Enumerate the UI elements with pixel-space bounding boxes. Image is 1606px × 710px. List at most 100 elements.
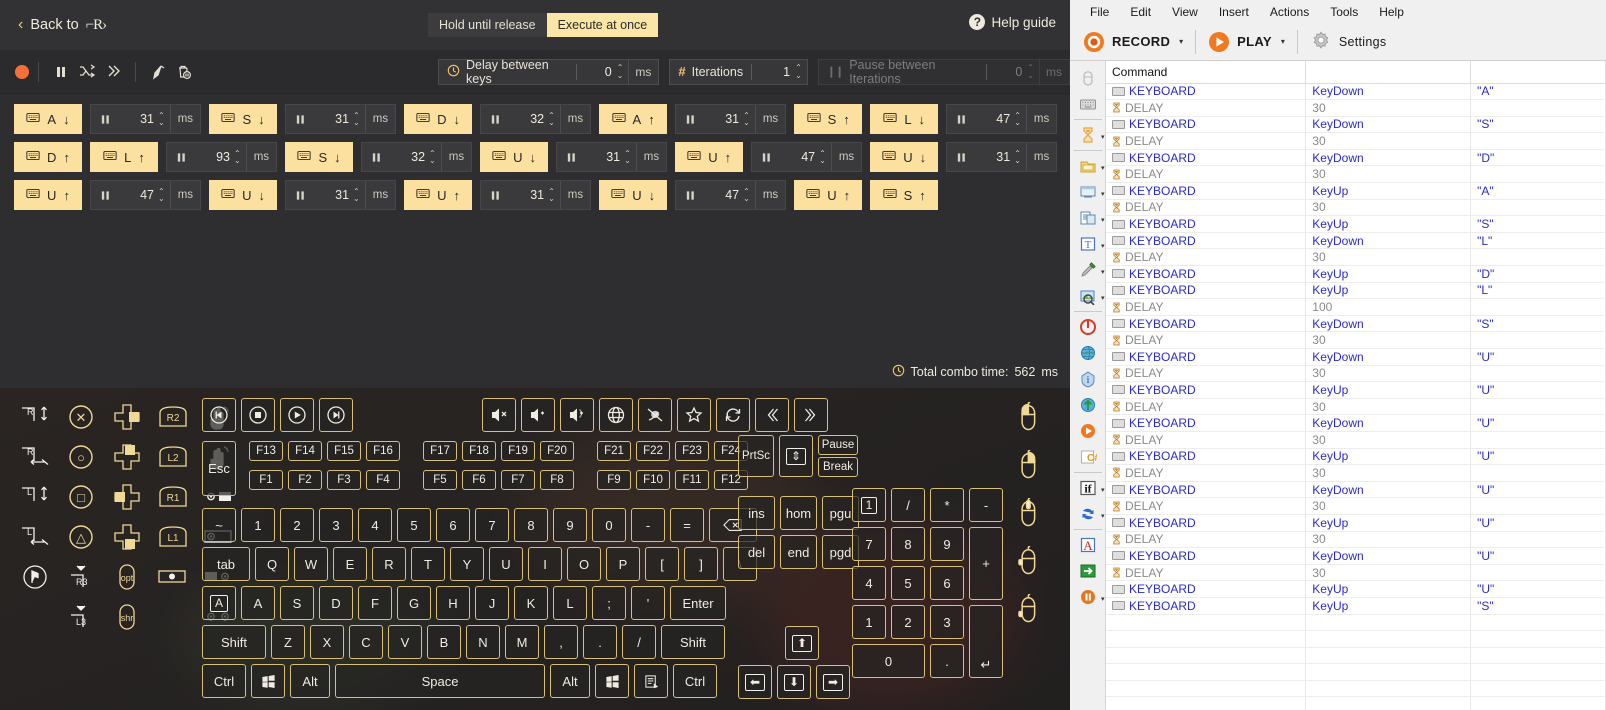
combo-key-chip[interactable]: S ↓ — [209, 104, 278, 134]
combo-delay-value[interactable]: 31 — [582, 143, 620, 171]
key-M[interactable]: M — [505, 625, 539, 659]
combo-key-chip[interactable]: D ↑ — [14, 142, 82, 172]
spinner-up-icon[interactable]: ⌃ — [617, 64, 624, 72]
key-I[interactable]: I — [528, 547, 562, 581]
media-key[interactable] — [280, 398, 314, 432]
table-row[interactable]: DELAY 30 — [1106, 398, 1606, 416]
goto-icon[interactable] — [1071, 558, 1105, 584]
spinner-down-icon[interactable]: ⌄ — [158, 119, 165, 127]
delay-spinner[interactable]: ⌃ ⌄ — [616, 64, 629, 80]
shuffle-icon[interactable] — [74, 60, 100, 84]
combo-delay-value[interactable]: 31 — [701, 105, 739, 133]
spinner-down-icon[interactable]: ⌄ — [819, 157, 826, 165]
table-row[interactable]: KEYBOARD KeyDown "U" — [1106, 547, 1606, 565]
key-S[interactable]: S — [280, 586, 314, 620]
key-pause[interactable]: Pause — [818, 435, 858, 455]
numpad-key-3[interactable]: 3 — [930, 605, 964, 639]
chevron-down-icon[interactable]: ▾ — [1101, 133, 1105, 141]
menu-tools[interactable]: Tools — [1320, 2, 1368, 22]
spinner-down-icon[interactable]: ⌄ — [353, 119, 360, 127]
key-f13[interactable]: F13 — [249, 441, 283, 461]
fast-forward-icon[interactable] — [100, 60, 126, 84]
combo-delay-value[interactable]: 47 — [972, 105, 1010, 133]
combo-key-chip[interactable]: U ↓ — [599, 180, 668, 210]
key-capslock[interactable]: A — [202, 586, 236, 620]
mouse-side-back[interactable] — [1016, 545, 1042, 576]
gamepad-dpad-icon[interactable] — [110, 480, 144, 514]
key-J[interactable]: J — [475, 586, 509, 620]
table-row[interactable]: DELAY 30 — [1106, 331, 1606, 349]
key-f6[interactable]: F6 — [462, 470, 496, 490]
key-1[interactable]: 1 — [241, 508, 275, 542]
table-row[interactable]: DELAY 100 — [1106, 298, 1606, 316]
gamepad-circ-icon[interactable]: △ — [64, 520, 98, 554]
key-f5[interactable]: F5 — [423, 470, 457, 490]
media-key[interactable] — [755, 398, 789, 432]
mode-hold-until-release[interactable]: Hold until release — [428, 13, 547, 37]
combo-key-chip[interactable]: U ↓ — [480, 142, 549, 172]
key-sym[interactable]: . — [583, 625, 617, 659]
key-f9[interactable]: F9 — [597, 470, 631, 490]
gamepad-opt-icon[interactable]: shr — [110, 600, 144, 634]
key-hom[interactable]: hom — [780, 496, 817, 530]
table-row[interactable]: KEYBOARD KeyUp "S" — [1106, 215, 1606, 233]
key-f10[interactable]: F10 — [636, 470, 670, 490]
numpad-key-8[interactable]: 8 — [891, 527, 925, 561]
chevron-down-icon[interactable]: ▾ — [1101, 164, 1105, 172]
combo-delay-value[interactable]: 47 — [701, 181, 739, 209]
numpad-key-1[interactable]: 1 — [852, 488, 886, 522]
combo-delay-spinner[interactable]: ⌃ ⌄ — [1010, 143, 1026, 171]
color-picker-icon[interactable]: ▾ — [1071, 257, 1105, 283]
repeat-icon[interactable]: ▾ — [1071, 501, 1105, 527]
key-f23[interactable]: F23 — [675, 441, 709, 461]
table-row[interactable]: KEYBOARD KeyUp "U" — [1106, 514, 1606, 532]
if-condition-icon[interactable]: if ▾ — [1071, 475, 1105, 501]
iterations-spinner[interactable]: ⌃ ⌄ — [794, 64, 807, 80]
network-icon[interactable] — [1071, 392, 1105, 418]
chevron-down-icon[interactable]: ▾ — [1179, 37, 1183, 46]
key-8[interactable]: 8 — [514, 508, 548, 542]
combo-key-chip[interactable]: D ↓ — [404, 104, 473, 134]
spinner-down-icon[interactable]: ⌄ — [429, 157, 436, 165]
table-row[interactable]: KEYBOARD KeyDown "L" — [1106, 232, 1606, 250]
key-arrow-up[interactable]: ⬆ — [785, 626, 819, 660]
run-icon[interactable] — [1071, 418, 1105, 444]
folder-icon[interactable]: ▾ — [1071, 153, 1105, 179]
info-icon[interactable]: i — [1071, 366, 1105, 392]
combo-delay-chip[interactable]: 31 ⌃ ⌄ ms — [480, 180, 592, 210]
combo-delay-value[interactable]: 47 — [116, 181, 154, 209]
table-row[interactable]: DELAY 30 — [1106, 431, 1606, 449]
key-C[interactable]: C — [349, 625, 383, 659]
settings-button[interactable]: Settings — [1303, 26, 1394, 58]
mouse-side-forward[interactable] — [1016, 593, 1042, 624]
gamepad-trig-icon[interactable]: L1 — [156, 520, 190, 554]
column-header-2[interactable] — [1470, 61, 1606, 84]
key-2[interactable]: 2 — [280, 508, 314, 542]
gamepad-ps-icon[interactable] — [18, 560, 52, 594]
gamepad-touch-icon[interactable] — [156, 560, 190, 594]
combo-delay-spinner[interactable]: ⌃ ⌄ — [154, 181, 170, 209]
gamepad-circ-icon[interactable]: □ — [64, 480, 98, 514]
iterations-field[interactable]: # Iterations 1 ⌃ ⌄ — [669, 58, 808, 85]
gamepad-circ-icon[interactable]: ○ — [64, 440, 98, 474]
spinner-up-icon[interactable]: ⌃ — [1027, 64, 1034, 72]
key-X[interactable]: X — [310, 625, 344, 659]
numpad-key-1[interactable]: 1 — [852, 605, 886, 639]
chevron-down-icon[interactable]: ▾ — [1101, 190, 1105, 198]
key-arrow-down[interactable]: ⬇ — [777, 665, 811, 699]
spinner-down-icon[interactable]: ⌄ — [617, 72, 624, 80]
keyboard-icon[interactable] — [1071, 91, 1105, 117]
numpad-key-sym[interactable]: . — [930, 644, 964, 678]
key-T[interactable]: T — [411, 547, 445, 581]
combo-delay-spinner[interactable]: ⌃ ⌄ — [739, 105, 755, 133]
gamepad-press-icon[interactable]: L3 — [64, 600, 98, 634]
combo-key-chip[interactable]: U ↑ — [404, 180, 473, 210]
combo-delay-chip[interactable]: 47 ⌃ ⌄ ms — [946, 104, 1058, 134]
chevron-down-icon[interactable]: ▾ — [1101, 486, 1105, 494]
combo-delay-spinner[interactable]: ⌃ ⌄ — [544, 181, 560, 209]
key-L[interactable]: L — [553, 586, 587, 620]
key-6[interactable]: 6 — [436, 508, 470, 542]
csharp-icon[interactable]: C# — [1071, 444, 1105, 470]
key-W[interactable]: W — [294, 547, 328, 581]
table-row[interactable]: KEYBOARD KeyUp "D" — [1106, 265, 1606, 283]
